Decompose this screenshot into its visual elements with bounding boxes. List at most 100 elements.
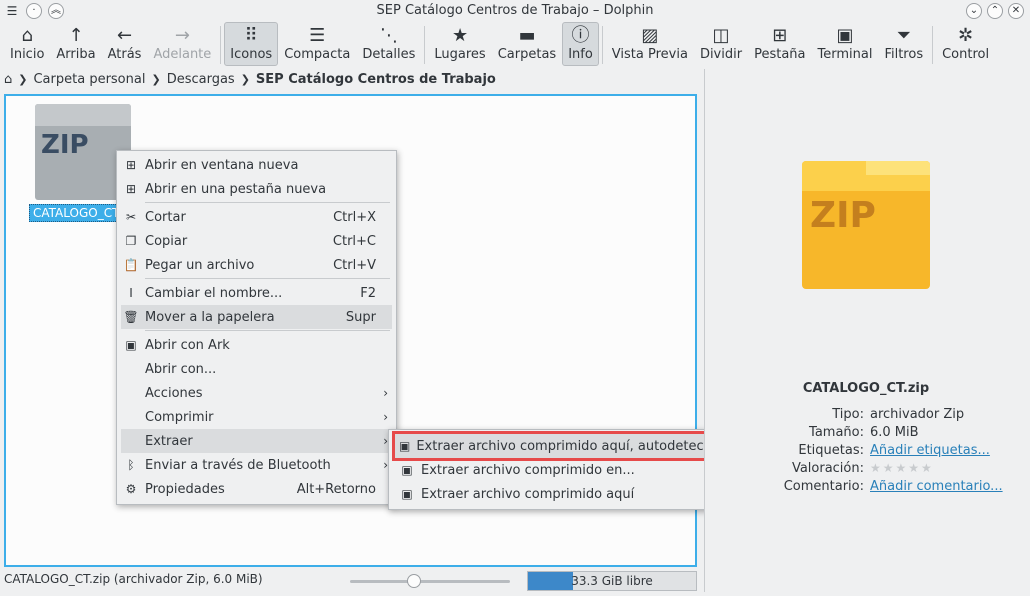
menu-item-mover-a-la-papelera[interactable]: 🗑 Mover a la papelera Supr [121,305,392,329]
details-view-icon: ⋱ [379,25,398,46]
toolbar-lugares-button[interactable]: ★ Lugares [428,22,491,66]
window-menu-icon[interactable]: ☰ [4,3,20,19]
ark-icon: ▣ [401,487,413,501]
info-link[interactable]: Añadir etiquetas... [870,443,990,458]
breadcrumb-item-home[interactable]: Carpeta personal [33,72,145,87]
shade-button[interactable]: ︽ [48,3,64,19]
menu-item-cortar[interactable]: ✂ Cortar Ctrl+X [117,205,396,229]
zoom-slider[interactable] [350,574,510,588]
toolbar-label: Lugares [434,47,486,62]
menu-item-label: Enviar a través de Bluetooth [145,457,331,473]
info-value: archivador Zip [870,407,965,422]
toolbar-terminal-button[interactable]: ▣ Terminal [812,22,879,66]
toolbar-label: Info [568,47,593,62]
copy-icon: ❐ [125,234,137,248]
properties-icon: ⚙ [125,482,137,496]
context-menu: ⊞ Abrir en ventana nueva ⊞ Abrir en una pes… [116,150,397,505]
toolbar-vista-previa-button[interactable]: ▨ Vista Previa [606,22,694,66]
toolbar-dividir-button[interactable]: ◫ Dividir [694,22,748,66]
toolbar-label: Vista Previa [611,47,688,62]
menu-icon-placeholder [123,409,139,425]
toolbar-atras-button[interactable]: ← Atrás [102,22,148,66]
home-icon[interactable]: ⌂ [4,72,12,87]
new-tab-icon: ⊞ [772,25,788,46]
breadcrumb-item-descargas[interactable]: Descargas [167,72,235,87]
toolbar-pestana-button[interactable]: ⊞ Pestaña [748,22,811,66]
toolbar-carpetas-button[interactable]: ▬ Carpetas [492,22,562,66]
bluetooth-icon: ᛒ [127,458,135,472]
menu-item-label: Abrir en una pestaña nueva [145,181,327,197]
minimize-button[interactable]: ⌄ [966,3,982,19]
toolbar-separator [424,26,426,64]
info-key: Tipo: [832,407,864,422]
arrow-left-icon: ← [116,25,133,46]
toolbar-iconos-button[interactable]: ⠿ Iconos [224,22,279,66]
menu-item-comprimir[interactable]: Comprimir › [117,405,396,429]
menu-item-abrir-con[interactable]: Abrir con... [117,357,396,381]
toolbar-arriba-button[interactable]: ↑ Arriba [50,22,101,66]
menu-item-cambiar-el-nombre[interactable]: I Cambiar el nombre... F2 [117,281,396,305]
info-key: Valoración: [791,461,864,476]
info-key: Etiquetas: [798,443,864,458]
toolbar-label: Carpetas [497,47,557,62]
menu-item-abrir-en-ventana-nueva[interactable]: ⊞ Abrir en ventana nueva [117,153,396,177]
chevron-right-icon: ❯ [18,72,28,86]
info-key: Tamaño: [809,425,864,440]
toolbar-label: Arriba [56,47,96,62]
toolbar-info-button[interactable]: ⓘ Info [562,22,599,66]
info-row-etiquetas: Etiquetas: Añadir etiquetas... [705,443,1027,461]
toolbar-compacta-button[interactable]: ☰ Compacta [278,22,356,66]
file-name[interactable]: CATALOGO_CT. [29,204,126,222]
control-icon: ✲ [958,25,974,46]
info-row-valoracion: Valoración: ★★★★★ [705,461,1027,479]
toolbar-separator [220,26,222,64]
close-button[interactable]: ✕ [1008,3,1024,19]
chevron-right-icon: ❯ [151,72,161,86]
menu-item-extraer[interactable]: Extraer › [121,429,392,453]
toolbar-label: Adelante [153,47,212,62]
split-icon: ◫ [712,25,730,46]
toolbar-adelante-button[interactable]: → Adelante [147,22,217,66]
toolbar-label: Compacta [284,47,351,62]
menu-item-abrir-en-una-pestana-nueva[interactable]: ⊞ Abrir en una pestaña nueva [117,177,396,201]
menu-item-acciones[interactable]: Acciones › [117,381,396,405]
trash-icon: 🗑 [123,310,139,324]
rating-stars[interactable]: ★★★★★ [870,461,934,475]
menu-item-copiar[interactable]: ❐ Copiar Ctrl+C [117,229,396,253]
cut-icon: ✂ [125,210,137,224]
toolbar-label: Control [942,47,990,62]
info-link[interactable]: Añadir comentario... [870,479,1003,494]
info-panel: ZIP CATALOGO_CT.zip Tipo: archivador Zip T… [704,69,1026,592]
info-filename: CATALOGO_CT.zip [802,381,930,396]
star-icon: ★ [451,25,469,46]
free-space-indicator[interactable]: 33.3 GiB libre [527,571,697,591]
menu-item-label: Abrir con... [145,361,217,377]
menu-shortcut: Supr [345,309,376,325]
maximize-button[interactable]: ⌃ [987,3,1003,19]
menu-item-pegar-un-archivo[interactable]: 📋 Pegar un archivo Ctrl+V [117,253,396,277]
new-tab-icon: ⊞ [125,182,137,196]
zoom-slider-handle[interactable] [407,574,421,588]
toolbar-detalles-button[interactable]: ⋱ Detalles [356,22,421,66]
menu-item-propiedades[interactable]: ⚙ Propiedades Alt+Retorno [117,477,396,501]
toolbar-filtros-button[interactable]: ⏷ Filtros [878,22,929,66]
keep-above-button[interactable]: · [26,3,42,19]
menu-item-enviar-a-traves-de-bluetooth[interactable]: ᛒ Enviar a través de Bluetooth › [117,453,396,477]
ark-icon: ▣ [125,338,137,352]
status-text: CATALOGO_CT.zip (archivador Zip, 6.0 MiB… [4,572,263,586]
toolbar-inicio-button[interactable]: ⌂ Inicio [4,22,50,66]
zip-preview-icon: ZIP [802,161,930,289]
chevron-right-icon: › [383,410,388,424]
menu-item-abrir-con-ark[interactable]: ▣ Abrir con Ark [117,333,396,357]
menu-shortcut: Alt+Retorno [296,481,376,497]
info-value: 6.0 MiB [870,425,919,440]
title-bar: ☰ · ︽ SEP Catálogo Centros de Trabajo – … [0,0,1030,22]
menu-item-label: Extraer [145,433,193,449]
menu-icon-placeholder [123,433,139,449]
breadcrumb-item-current[interactable]: SEP Catálogo Centros de Trabajo [256,72,496,87]
toolbar-separator [601,26,603,64]
free-space-bar [528,572,574,590]
toolbar-label: Dividir [699,47,743,62]
toolbar-label: Detalles [362,47,416,62]
toolbar-control-button[interactable]: ✲ Control [936,22,995,66]
